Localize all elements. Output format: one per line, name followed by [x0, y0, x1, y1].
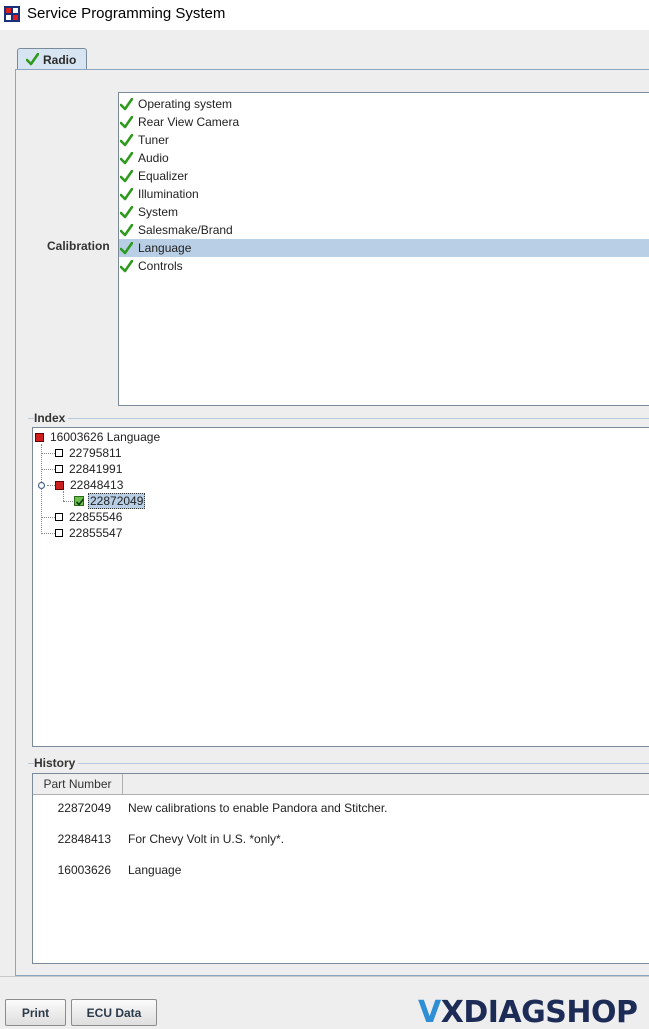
- watermark-text: XDIAGSHOP: [440, 995, 638, 1029]
- index-group-border: [28, 418, 649, 419]
- tab-label: Radio: [43, 52, 77, 67]
- title-bar: Service Programming System: [0, 0, 649, 30]
- calibration-list[interactable]: Operating system Rear View Camera Tuner …: [118, 92, 649, 406]
- tree-connector: [41, 469, 55, 470]
- tree-node-selected[interactable]: 22872049: [74, 493, 146, 509]
- tree-node[interactable]: 22855547: [55, 525, 122, 541]
- tree-connector: [41, 453, 55, 454]
- tree-node-label: 22795811: [69, 446, 122, 460]
- watermark-logo: VXDIAGSHOP: [418, 995, 638, 1029]
- ecu-data-button[interactable]: ECU Data: [71, 999, 157, 1026]
- calibration-label: Calibration: [47, 239, 110, 253]
- calibration-item-label: System: [138, 205, 179, 219]
- red-node-icon: [55, 480, 64, 490]
- calibration-item-controls[interactable]: Controls: [119, 257, 649, 275]
- calibration-item-operating-system[interactable]: Operating system: [119, 95, 649, 113]
- check-icon: [120, 133, 133, 146]
- check-icon: [120, 223, 133, 236]
- part-number-cell: 22872049: [57, 801, 111, 815]
- calibration-item-label: Language: [138, 241, 192, 255]
- empty-node-icon: [55, 513, 63, 521]
- description-cell: Language: [128, 863, 182, 877]
- calibration-item-label: Salesmake/Brand: [138, 223, 233, 237]
- history-group-border: [28, 763, 649, 764]
- column-header-filler: [123, 774, 649, 795]
- calibration-item-rear-view-camera[interactable]: Rear View Camera: [119, 113, 649, 131]
- tree-node-label: 22848413: [70, 478, 124, 492]
- print-button[interactable]: Print: [5, 999, 66, 1026]
- calibration-item-label: Equalizer: [138, 169, 189, 183]
- history-group-label: History: [34, 756, 79, 770]
- check-icon: [120, 241, 133, 254]
- tree-node-label: 16003626 Language: [50, 430, 161, 444]
- tree-node[interactable]: 22841991: [55, 461, 122, 477]
- check-icon: [120, 259, 133, 272]
- tree-node-label: 22872049: [88, 493, 146, 509]
- part-number-cell: 16003626: [57, 863, 111, 877]
- expand-toggle-icon[interactable]: [37, 481, 46, 490]
- tree-node-label: 22855547: [69, 526, 123, 540]
- check-icon: [120, 151, 133, 164]
- watermark-v: V: [418, 995, 441, 1029]
- part-number-cell: 22848413: [57, 832, 111, 846]
- calibration-item-equalizer[interactable]: Equalizer: [119, 167, 649, 185]
- tree-node-label: 22841991: [69, 462, 123, 476]
- tree-node-expanded[interactable]: 22848413: [55, 477, 123, 493]
- tree-node[interactable]: 22855546: [55, 509, 122, 525]
- index-tree[interactable]: 16003626 Language 22795811 22841991 2284…: [32, 427, 649, 747]
- description-cell: New calibrations to enable Pandora and S…: [128, 801, 388, 815]
- calibration-item-audio[interactable]: Audio: [119, 149, 649, 167]
- check-icon: [120, 187, 133, 200]
- calibration-item-label: Rear View Camera: [138, 115, 240, 129]
- check-icon: [120, 169, 133, 182]
- check-icon: [120, 97, 133, 110]
- tree-connector: [47, 485, 55, 486]
- empty-node-icon: [55, 449, 63, 457]
- tree-connector: [63, 501, 73, 502]
- column-header-part-number[interactable]: Part Number: [33, 774, 123, 795]
- index-group-label: Index: [34, 411, 69, 425]
- check-icon: [120, 115, 133, 128]
- table-row[interactable]: 22848413 For Chevy Volt in U.S. *only*.: [33, 830, 649, 848]
- calibration-item-language[interactable]: Language: [119, 239, 649, 257]
- tree-node[interactable]: 22795811: [55, 445, 122, 461]
- description-cell: For Chevy Volt in U.S. *only*.: [128, 832, 285, 846]
- table-row[interactable]: 22872049 New calibrations to enable Pand…: [33, 799, 649, 817]
- tree-node-label: 22855546: [69, 510, 123, 524]
- empty-node-icon: [55, 529, 63, 537]
- red-node-icon: [35, 432, 44, 442]
- calibration-item-tuner[interactable]: Tuner: [119, 131, 649, 149]
- tab-radio[interactable]: Radio: [17, 48, 87, 70]
- calibration-item-label: Illumination: [138, 187, 199, 201]
- calibration-item-label: Tuner: [138, 133, 169, 147]
- app-logo-icon: [4, 6, 20, 22]
- calibration-item-label: Audio: [138, 151, 169, 165]
- table-row[interactable]: 16003626 Language: [33, 861, 649, 879]
- bottom-separator: [0, 976, 649, 977]
- calibration-item-illumination[interactable]: Illumination: [119, 185, 649, 203]
- tree-connector: [41, 517, 55, 518]
- calibration-item-label: Controls: [138, 259, 183, 273]
- tree-node-root[interactable]: 16003626 Language: [35, 429, 160, 445]
- calibration-item-salesmake-brand[interactable]: Salesmake/Brand: [119, 221, 649, 239]
- calibration-item-label: Operating system: [138, 97, 233, 111]
- green-check-node-icon: [74, 496, 85, 506]
- history-table[interactable]: Part Number 22872049 New calibrations to…: [32, 773, 649, 964]
- check-icon: [26, 53, 39, 66]
- check-icon: [120, 205, 133, 218]
- tree-connector: [41, 533, 55, 534]
- calibration-item-system[interactable]: System: [119, 203, 649, 221]
- empty-node-icon: [55, 465, 63, 473]
- window-title: Service Programming System: [27, 5, 226, 22]
